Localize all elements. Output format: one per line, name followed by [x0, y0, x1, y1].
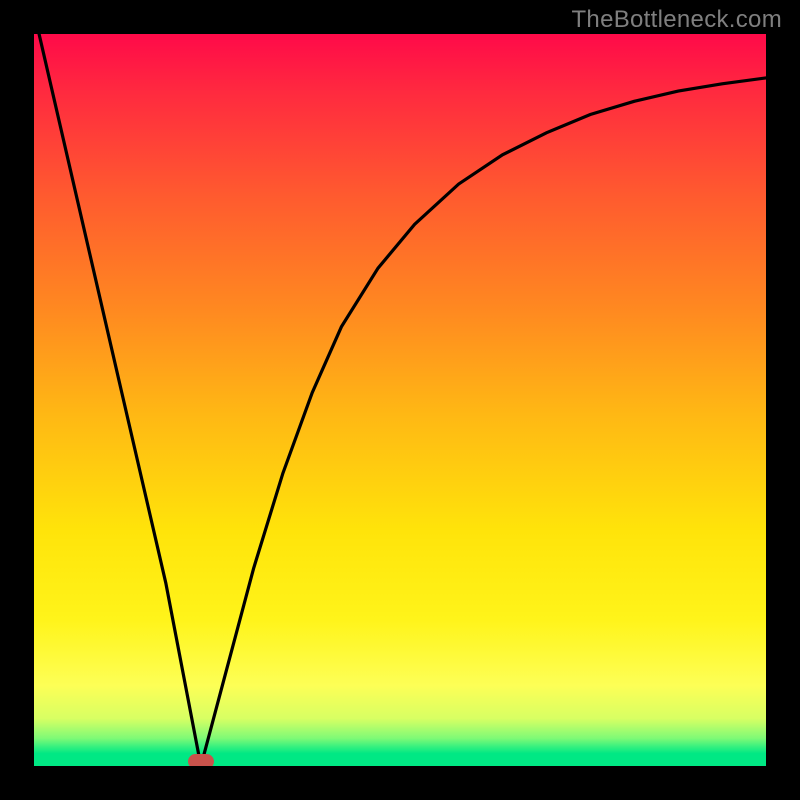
curve-path: [34, 34, 766, 766]
chart-frame: TheBottleneck.com: [0, 0, 800, 800]
watermark-text: TheBottleneck.com: [571, 6, 782, 34]
bottleneck-curve: [34, 34, 766, 766]
optimal-point-marker: [188, 754, 214, 766]
plot-area: [34, 34, 766, 766]
